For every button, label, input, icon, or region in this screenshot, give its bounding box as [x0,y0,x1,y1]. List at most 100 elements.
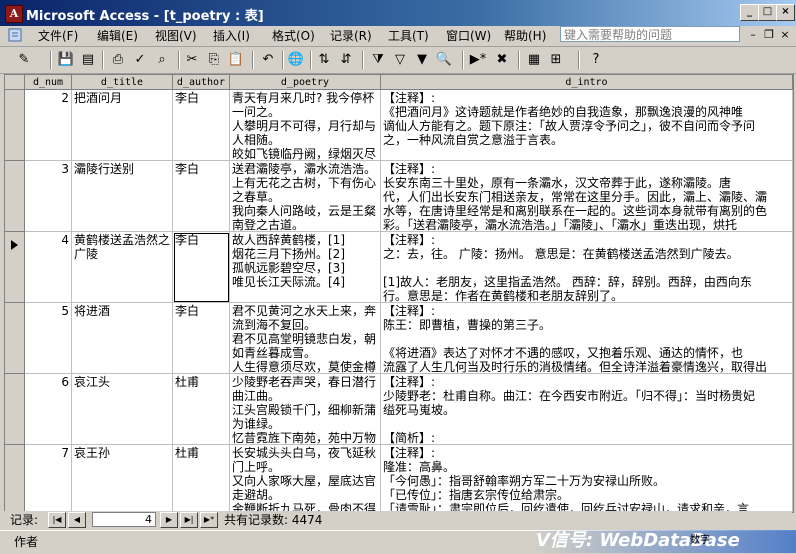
cell-d_num[interactable]: 6 [25,374,72,445]
cell-d_num[interactable]: 7 [25,445,72,512]
intro-line: 《把酒问月》这诗题就是作者绝妙的自我造象，那飘逸浪漫的风神唯 [383,105,744,119]
previous-record-icon[interactable]: ◀ [68,512,86,528]
print-preview-icon[interactable]: ▤ [78,50,98,70]
window-title: Microsoft Access - [t_poetry : 表] [26,9,264,24]
maximize-button[interactable]: □ [758,4,777,21]
undo-icon[interactable]: ↶ [258,50,278,70]
menu-help[interactable]: 帮助(H) [504,28,546,44]
help-icon[interactable]: ? [586,50,606,70]
row-selector[interactable] [5,161,25,232]
copy-icon[interactable]: ⎘ [204,50,224,70]
menu-tools[interactable]: 工具(T) [388,28,429,44]
row-selector[interactable] [5,374,25,445]
row-selector[interactable] [5,90,25,161]
menu-insert[interactable]: 插入(I) [213,28,250,44]
cell-d_title[interactable]: 将进酒 [72,303,173,374]
datasheet-grid[interactable]: d_num d_title d_author d_poetry d_intro … [4,74,794,513]
select-all-corner[interactable] [5,75,25,90]
row-selector[interactable] [5,303,25,374]
cell-d_num[interactable]: 5 [25,303,72,374]
cell-d_intro[interactable]: 【注释】: 《把酒问月》这诗题就是作者绝妙的自我造象，那飘逸浪漫的风神唯 谪仙人… [381,90,793,161]
help-search-input[interactable]: 键入需要帮助的问题 [560,26,740,42]
poetry-line: 一问之。 [232,105,281,119]
column-header-d_title[interactable]: d_title [72,75,173,90]
poetry-line: 流到海不复回。 [232,318,317,332]
column-header-d_poetry[interactable]: d_poetry [230,75,381,90]
first-record-icon[interactable]: |◀ [48,512,66,528]
doc-close-icon[interactable]: × [778,28,792,42]
doc-minimize-icon[interactable]: – [746,28,760,42]
intro-line: 隆准：高鼻。 [383,460,456,474]
row-selector[interactable] [5,445,25,512]
column-header-d_num[interactable]: d_num [25,75,72,90]
find-record-icon[interactable]: 🔍 [434,50,454,70]
print-icon[interactable]: ⎙ [108,50,128,70]
cut-icon[interactable]: ✂ [182,50,202,70]
cell-d_author[interactable]: 李白 [173,303,230,374]
current-record-input[interactable]: 4 [92,512,156,527]
cell-d_intro[interactable]: 【注释】: 隆准：高鼻。 「今何愚」：指哥舒翰率朔方军二十万为安禄山所败。 「已… [381,445,793,512]
cell-d_author[interactable]: 李白 [173,90,230,161]
cell-d_poetry[interactable]: 君不见黄河之水天上来，奔 流到海不复回。 君不见高堂明镜悲白发，朝 如青丝暮成雪… [230,303,381,374]
cell-d_intro[interactable]: 【注释】: 陈王：即曹植，曹操的第三子。 《将进酒》表达了对怀才不遇的感叹，又抱… [381,303,793,374]
cell-d_poetry[interactable]: 故人西辞黄鹤楼，[1] 烟花三月下扬州。[2] 孤帆远影碧空尽，[3] 唯见长江… [230,232,381,303]
sort-ascending-icon[interactable]: ⇅ [314,50,334,70]
doc-restore-icon[interactable]: ❐ [762,28,776,42]
filter-by-form-icon[interactable]: ▽ [390,50,410,70]
menu-file[interactable]: 文件(F) [38,28,78,44]
apply-filter-icon[interactable]: ▼ [412,50,432,70]
cell-d_poetry[interactable]: 少陵野老吞声哭，春日潜行 曲江曲。 江头宫殿锁千门，细柳新蒲 为谁绿。 忆昔霓旌… [230,374,381,445]
cell-d_intro[interactable]: 【注释】: 少陵野老：杜甫自称。曲江：在今西安市附近。「归不得」：当时杨贵妃 缢… [381,374,793,445]
cell-d_intro[interactable]: 【注释】: 长安东南三十里处，原有一条灞水，汉文帝葬于此，遂称灞陵。唐 代，人们… [381,161,793,232]
access-app-icon[interactable]: A [5,5,23,23]
new-object-icon[interactable]: ⊞ [546,50,566,70]
status-text: 作者 [14,535,39,549]
cell-d_poetry[interactable]: 青天有月来几时? 我今停杯 一问之。 人攀明月不可得，月行却与 人相随。 皎如飞… [230,90,381,161]
spelling-icon[interactable]: ✓ [130,50,150,70]
delete-record-icon[interactable]: ✖ [492,50,512,70]
menu-window[interactable]: 窗口(W) [446,28,491,44]
cell-d_author-active[interactable]: 李白 [173,232,230,303]
intro-line: 少陵野老：杜甫自称。曲江：在今西安市附近。「归不得」：当时杨贵妃 [383,389,756,403]
new-record-nav-icon[interactable]: ▶* [200,512,218,528]
cell-d_title[interactable]: 黄鹤楼送孟浩然之广陵 [72,232,173,303]
cell-d_poetry[interactable]: 送君灞陵亭，灞水流浩浩。 上有无花之古树，下有伤心 之春草。 我向秦人问路岐，云… [230,161,381,232]
cell-d_poetry[interactable]: 长安城头头白乌，夜飞延秋 门上呼。 又向人家啄大屋，屋底达官 走避胡。 金鞭断折… [230,445,381,512]
close-button[interactable]: × [776,4,795,21]
filter-by-selection-icon[interactable]: ⧩ [368,50,388,70]
cell-d_intro[interactable]: 【注释】: 之：去，往。 广陵：扬州。 意思是：在黄鹤楼送孟浩然到广陵去。 [1… [381,232,793,303]
sort-descending-icon[interactable]: ⇵ [336,50,356,70]
new-record-icon[interactable]: ▶* [468,50,488,70]
find-icon[interactable]: ⌕ [152,50,172,70]
column-header-d_intro[interactable]: d_intro [381,75,793,90]
intro-line: 之：去，往。 广陵：扬州。 意思是：在黄鹤楼送孟浩然到广陵去。 [383,247,739,261]
hyperlink-icon[interactable]: 🌐 [286,50,306,70]
paste-icon[interactable]: 📋 [226,50,246,70]
poetry-line: 君不见高堂明镜悲白发，朝 [232,332,377,346]
next-record-icon[interactable]: ▶ [160,512,178,528]
cell-d_num[interactable]: 4 [25,232,72,303]
cell-d_title[interactable]: 把酒问月 [72,90,173,161]
cell-d_num[interactable]: 3 [25,161,72,232]
view-design-icon[interactable]: ✎ [14,50,34,70]
last-record-icon[interactable]: ▶| [180,512,198,528]
cell-d_author[interactable]: 杜甫 [173,445,230,512]
cell-d_title[interactable]: 哀江头 [72,374,173,445]
minimize-button[interactable]: _ [740,4,759,21]
cell-d_num[interactable]: 2 [25,90,72,161]
cell-d_title[interactable]: 哀王孙 [72,445,173,512]
row-selector-current[interactable] [5,232,25,303]
cell-d_author[interactable]: 杜甫 [173,374,230,445]
menu-view[interactable]: 视图(V) [155,28,197,44]
menu-edit[interactable]: 编辑(E) [97,28,138,44]
intro-line: 之，一种风流自赏之意溢于言表。 [383,133,564,147]
menu-grip-icon[interactable] [8,28,22,42]
save-icon[interactable]: 💾 [56,50,76,70]
cell-d_title[interactable]: 灞陵行送别 [72,161,173,232]
menu-records[interactable]: 记录(R) [330,28,372,44]
poetry-line: 为谁绿。 [232,417,281,431]
menu-format[interactable]: 格式(O) [272,28,315,44]
cell-d_author[interactable]: 李白 [173,161,230,232]
column-header-d_author[interactable]: d_author [173,75,230,90]
database-window-icon[interactable]: ▦ [524,50,544,70]
